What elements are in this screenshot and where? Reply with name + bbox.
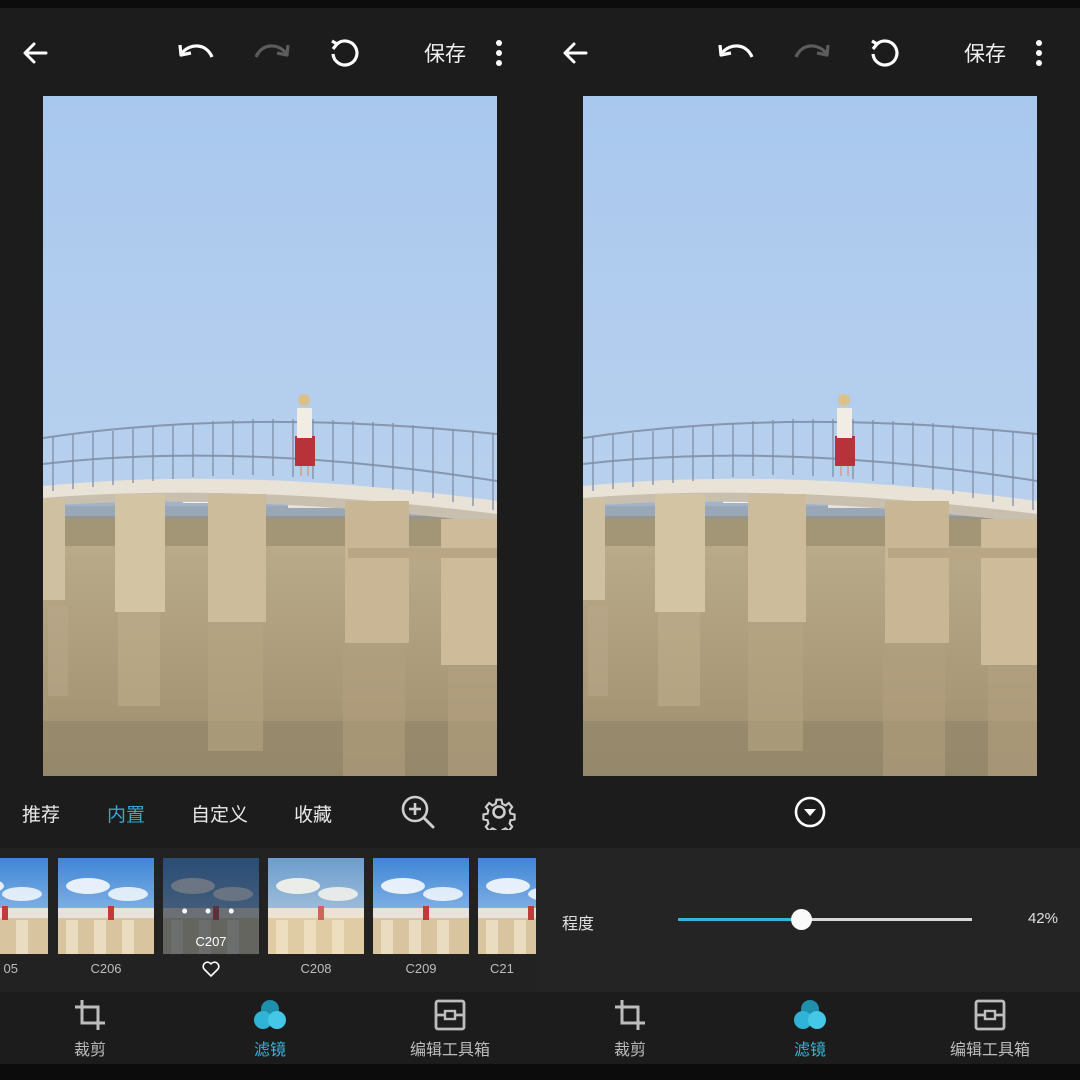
- back-arrow-icon[interactable]: [558, 36, 592, 70]
- bottom-nav: 裁剪 滤镜 编辑工具箱: [540, 992, 1080, 1064]
- filter-options-dots[interactable]: • • •: [163, 901, 259, 922]
- bottom-nav: 裁剪 滤镜 编辑工具箱: [0, 992, 540, 1064]
- filter-thumb[interactable]: [373, 858, 469, 954]
- filter-label: C206: [90, 961, 122, 976]
- zoom-in-icon[interactable]: [398, 792, 438, 832]
- intensity-slider-fill: [678, 918, 802, 921]
- undo-icon[interactable]: [178, 36, 216, 70]
- tab-recommended[interactable]: 推荐: [22, 800, 60, 827]
- tab-builtin[interactable]: 内置: [107, 800, 145, 827]
- filter-thumb-selected[interactable]: • • • C207: [163, 858, 259, 954]
- left-pane: 保存 推荐 内置 自定义 收藏 05 C206 • • • C207 C208 …: [0, 0, 540, 1080]
- top-strip: [540, 0, 1080, 8]
- bottom-strip: [0, 1064, 540, 1080]
- crop-icon: [75, 1000, 105, 1030]
- photo-preview: [43, 96, 497, 776]
- tab-custom[interactable]: 自定义: [191, 800, 248, 827]
- nav-filter-label: 滤镜: [793, 1042, 826, 1059]
- nav-toolbox[interactable]: 编辑工具箱: [380, 998, 520, 1060]
- top-strip: [0, 0, 540, 8]
- redo-icon[interactable]: [252, 36, 290, 70]
- toolbox-icon: [974, 999, 1006, 1031]
- save-button[interactable]: 保存: [964, 38, 1006, 68]
- more-vertical-icon[interactable]: [1028, 38, 1050, 68]
- filter-strip: 05 C206 • • • C207 C208 C209 C21: [0, 848, 540, 992]
- nav-crop-label: 裁剪: [73, 1042, 106, 1059]
- filter-thumb[interactable]: [478, 858, 536, 954]
- nav-filter[interactable]: 滤镜: [740, 998, 880, 1060]
- more-vertical-icon[interactable]: [488, 38, 510, 68]
- intensity-label: 程度: [562, 916, 595, 933]
- filter-thumb[interactable]: [0, 858, 48, 954]
- redo-icon[interactable]: [792, 36, 830, 70]
- filter-label: C208: [300, 961, 332, 976]
- toolbox-icon: [434, 999, 466, 1031]
- tab-favorites[interactable]: 收藏: [294, 800, 332, 827]
- nav-crop[interactable]: 裁剪: [20, 998, 160, 1060]
- nav-filter-label: 滤镜: [253, 1042, 286, 1059]
- gear-icon[interactable]: [479, 792, 519, 832]
- nav-toolbox-label: 编辑工具箱: [949, 1042, 1030, 1059]
- chevron-down-circle-icon[interactable]: [792, 794, 828, 830]
- photo-preview: [583, 96, 1037, 776]
- undo-icon[interactable]: [718, 36, 756, 70]
- filter-category-tabs: 推荐 内置 自定义 收藏: [0, 800, 540, 830]
- reset-icon[interactable]: [866, 35, 902, 71]
- nav-toolbox-label: 编辑工具箱: [409, 1042, 490, 1059]
- save-button[interactable]: 保存: [424, 38, 466, 68]
- reset-icon[interactable]: [326, 35, 362, 71]
- right-pane: 保存 程度 42% 裁剪 滤镜 编辑工具箱: [540, 0, 1080, 1080]
- nav-crop[interactable]: 裁剪: [560, 998, 700, 1060]
- back-arrow-icon[interactable]: [18, 36, 52, 70]
- intensity-slider-knob[interactable]: [791, 909, 813, 930]
- filter-label: C21: [490, 961, 514, 976]
- filter-icon: [254, 1000, 286, 1029]
- filter-label: 05: [3, 961, 18, 976]
- intensity-value: 42%: [1027, 910, 1058, 927]
- filter-icon: [794, 1000, 826, 1029]
- heart-icon[interactable]: [201, 960, 221, 978]
- filter-label: C209: [405, 961, 437, 976]
- intensity-slider[interactable]: [678, 909, 972, 930]
- filter-thumb[interactable]: [58, 858, 154, 954]
- nav-filter[interactable]: 滤镜: [200, 998, 340, 1060]
- nav-crop-label: 裁剪: [613, 1042, 646, 1059]
- nav-toolbox[interactable]: 编辑工具箱: [920, 998, 1060, 1060]
- filter-thumb[interactable]: [268, 858, 364, 954]
- crop-icon: [615, 1000, 645, 1030]
- intensity-panel: 程度 42%: [540, 848, 1080, 992]
- filter-selected-label: C207: [195, 934, 227, 949]
- bottom-strip: [540, 1064, 1080, 1080]
